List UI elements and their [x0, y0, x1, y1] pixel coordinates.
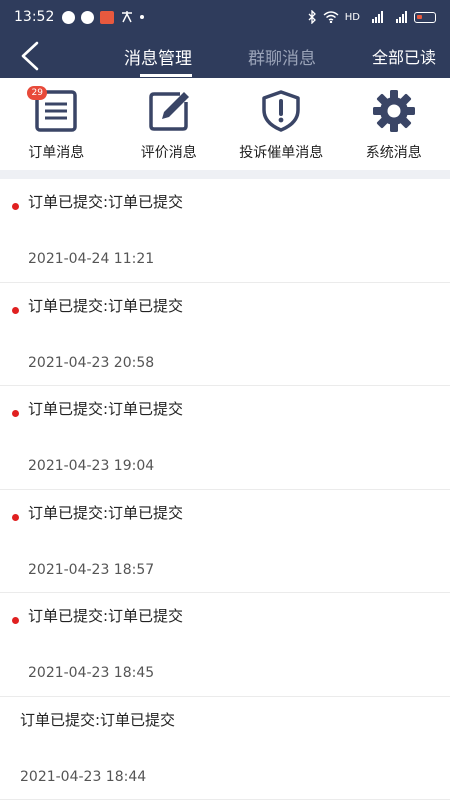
- message-time: 2021-04-24 11:21: [28, 251, 155, 267]
- message-title: 订单已提交:订单已提交: [28, 296, 184, 315]
- more-notifications-icon: [140, 15, 145, 19]
- category-order-messages[interactable]: 29 订单消息: [0, 78, 113, 170]
- message-item[interactable]: 订单已提交:订单已提交 2021-04-24 11:21: [0, 179, 450, 283]
- category-label: 系统消息: [365, 145, 422, 161]
- message-title: 订单已提交:订单已提交: [28, 193, 184, 211]
- app-header: 13:52 HD 消息管理 群聊消息 全部已读: [0, 0, 450, 78]
- signal-icon: [372, 11, 383, 23]
- system-icons: HD: [307, 10, 436, 24]
- unread-dot: [12, 203, 19, 210]
- message-time: 2021-04-23 18:45: [28, 665, 155, 681]
- message-title: 订单已提交:订单已提交: [20, 710, 176, 729]
- message-title: 订单已提交:订单已提交: [28, 607, 184, 625]
- network-type-label: HD: [344, 11, 360, 23]
- category-label: 投诉催单消息: [239, 145, 324, 161]
- message-categories: 29 订单消息 评价消息 投诉催单消息 系统消息: [0, 78, 450, 170]
- message-item[interactable]: 订单已提交:订单已提交 2021-04-23 19:04: [0, 386, 450, 490]
- message-title: 订单已提交:订单已提交: [28, 503, 184, 522]
- message-time: 2021-04-23 18:57: [28, 561, 155, 578]
- category-label: 订单消息: [28, 145, 85, 161]
- category-review-messages[interactable]: 评价消息: [113, 78, 226, 170]
- signal-icon: [396, 11, 407, 23]
- notification-icons: [62, 10, 145, 24]
- message-item[interactable]: 订单已提交:订单已提交 2021-04-23 18:57: [0, 490, 450, 593]
- category-complaint-messages[interactable]: 投诉催单消息: [225, 78, 338, 170]
- message-time: 2021-04-23 18:44: [20, 768, 147, 785]
- back-button[interactable]: [12, 38, 48, 74]
- unread-dot: [12, 617, 19, 624]
- shield-alert-icon: [258, 88, 304, 134]
- active-tab-indicator: [140, 74, 192, 77]
- mark-all-read-button[interactable]: 全部已读: [372, 44, 436, 68]
- status-time: 13:52: [14, 9, 55, 25]
- section-divider: [0, 170, 450, 179]
- category-system-messages[interactable]: 系统消息: [338, 78, 450, 170]
- message-time: 2021-04-23 20:58: [28, 354, 155, 371]
- order-list-icon: 29: [27, 86, 79, 134]
- tab-message-management[interactable]: 消息管理: [124, 44, 192, 69]
- message-title: 订单已提交:订单已提交: [28, 400, 184, 418]
- bluetooth-icon: [308, 10, 316, 24]
- unread-dot: [12, 410, 19, 417]
- unread-dot: [12, 306, 19, 314]
- edit-icon: [146, 88, 192, 134]
- unread-dot: [12, 513, 19, 521]
- status-bar: 13:52 HD: [0, 0, 450, 34]
- message-list: 订单已提交:订单已提交 2021-04-24 11:21 订单已提交:订单已提交…: [0, 179, 450, 800]
- message-item[interactable]: 订单已提交:订单已提交 2021-04-23 18:45: [0, 593, 450, 697]
- wifi-icon: [323, 11, 339, 23]
- nav-bar: 消息管理 群聊消息 全部已读: [0, 34, 450, 78]
- battery-icon: [414, 11, 436, 23]
- unread-count-badge: 29: [27, 86, 48, 100]
- tab-group-chat[interactable]: 群聊消息: [248, 44, 316, 69]
- message-item[interactable]: 订单已提交:订单已提交 2021-04-23 20:58: [0, 283, 450, 386]
- message-item[interactable]: 订单已提交:订单已提交 2021-04-23 18:44: [0, 697, 450, 800]
- category-label: 评价消息: [140, 145, 197, 161]
- back-arrow-icon: [21, 41, 39, 71]
- notification-app-icon: [62, 10, 76, 24]
- wechat-icon: [81, 10, 95, 24]
- gear-icon: [371, 88, 417, 134]
- notification-app-icon: [100, 10, 115, 24]
- translate-icon: [122, 11, 133, 23]
- message-time: 2021-04-23 19:04: [28, 458, 155, 474]
